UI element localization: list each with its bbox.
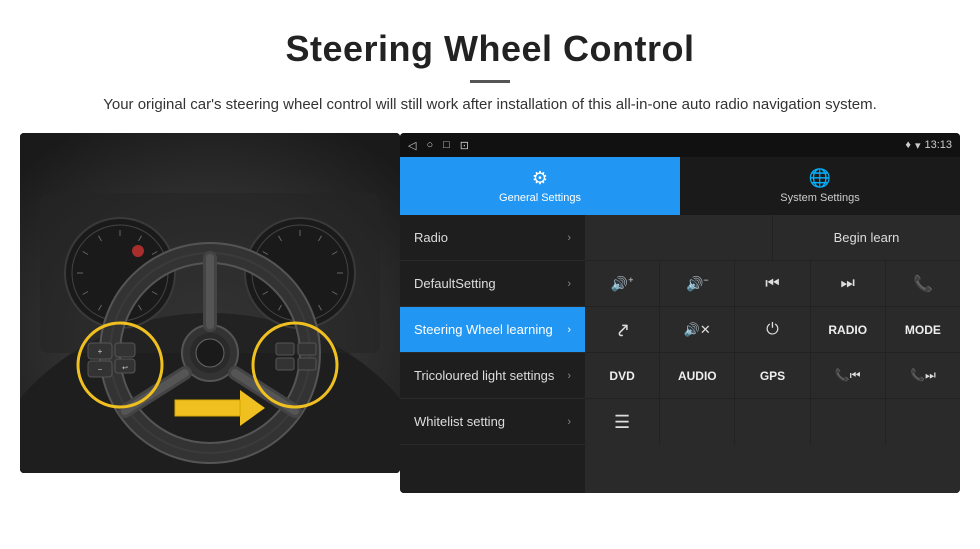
signal-icon: ▾ bbox=[915, 139, 921, 152]
svg-text:↩: ↩ bbox=[122, 365, 128, 372]
settings-area: Radio › DefaultSetting › Steering Wheel … bbox=[400, 215, 960, 493]
menu-steering-label: Steering Wheel learning bbox=[414, 322, 553, 337]
menu-default-label: DefaultSetting bbox=[414, 276, 496, 291]
dvd-label: DVD bbox=[609, 369, 634, 383]
empty-btn-3 bbox=[811, 399, 886, 445]
control-row-2: ↩ 🔊✕ ⏻ RADIO MODE bbox=[585, 307, 960, 353]
chevron-icon-tricolour: › bbox=[567, 370, 571, 382]
title-divider bbox=[470, 80, 510, 83]
control-row-4: ☰ bbox=[585, 399, 960, 445]
menu-item-steering[interactable]: Steering Wheel learning › bbox=[400, 307, 585, 353]
back-nav-icon[interactable]: ◁ bbox=[408, 139, 416, 152]
chevron-icon-whitelist: › bbox=[567, 416, 571, 428]
menu-item-default[interactable]: DefaultSetting › bbox=[400, 261, 585, 307]
tel-next-button[interactable]: 📞⏭ bbox=[886, 353, 960, 398]
car-image: + − ↩ bbox=[20, 133, 400, 473]
vol-up-button[interactable]: 🔊+ bbox=[585, 261, 660, 306]
home-nav-icon[interactable]: ○ bbox=[426, 139, 433, 151]
next-track-button[interactable]: ⏭ bbox=[811, 261, 886, 306]
next-track-icon: ⏭ bbox=[841, 275, 855, 293]
control-row-0: Begin learn bbox=[585, 215, 960, 261]
menu-item-radio[interactable]: Radio › bbox=[400, 215, 585, 261]
mode-button[interactable]: MODE bbox=[886, 307, 960, 352]
control-panel: Begin learn 🔊+ 🔊− ⏮ bbox=[585, 215, 960, 493]
main-content: + − ↩ bbox=[20, 133, 960, 493]
phone-button[interactable]: 📞 bbox=[886, 261, 960, 306]
status-bar: ◁ ○ □ ⊡ ♦ ▾ 13:13 bbox=[400, 133, 960, 157]
location-icon: ♦ bbox=[905, 139, 911, 151]
menu-item-tricolour[interactable]: Tricoloured light settings › bbox=[400, 353, 585, 399]
page-header: Steering Wheel Control Your original car… bbox=[0, 0, 980, 133]
hangup-button[interactable]: ↩ bbox=[585, 307, 660, 352]
dvd-button[interactable]: DVD bbox=[585, 353, 660, 398]
vol-down-button[interactable]: 🔊− bbox=[660, 261, 735, 306]
audio-button[interactable]: AUDIO bbox=[660, 353, 735, 398]
radio-label: RADIO bbox=[828, 323, 867, 337]
gps-button[interactable]: GPS bbox=[735, 353, 810, 398]
hangup-icon: ↩ bbox=[609, 317, 635, 343]
steering-wheel-svg: + − ↩ bbox=[20, 133, 400, 473]
prev-track-button[interactable]: ⏮ bbox=[735, 261, 810, 306]
power-button[interactable]: ⏻ bbox=[735, 307, 810, 352]
tab-system[interactable]: 🌐 System Settings bbox=[680, 157, 960, 215]
power-icon: ⏻ bbox=[766, 321, 779, 339]
tel-next-icon: 📞⏭ bbox=[910, 368, 936, 383]
chevron-icon-steering: › bbox=[567, 324, 571, 336]
device-ui: ◁ ○ □ ⊡ ♦ ▾ 13:13 ⚙ General Settings bbox=[400, 133, 960, 493]
phone-icon: 📞 bbox=[913, 274, 933, 294]
screenshot-icon[interactable]: ⊡ bbox=[460, 139, 469, 152]
list-icon-button[interactable]: ☰ bbox=[585, 399, 660, 445]
empty-btn-2 bbox=[735, 399, 810, 445]
begin-learn-button[interactable]: Begin learn bbox=[772, 215, 960, 260]
mute-icon: 🔊✕ bbox=[684, 322, 711, 338]
tel-prev-button[interactable]: 📞⏮ bbox=[811, 353, 886, 398]
tab-general[interactable]: ⚙ General Settings bbox=[400, 157, 680, 215]
settings-menu: Radio › DefaultSetting › Steering Wheel … bbox=[400, 215, 585, 493]
status-bar-right: ♦ ▾ 13:13 bbox=[905, 139, 952, 152]
clock: 13:13 bbox=[924, 139, 952, 151]
status-bar-left: ◁ ○ □ ⊡ bbox=[408, 139, 469, 152]
chevron-icon-radio: › bbox=[567, 232, 571, 244]
control-row-1: 🔊+ 🔊− ⏮ ⏭ 📞 bbox=[585, 261, 960, 307]
vol-down-icon: 🔊− bbox=[686, 275, 709, 293]
empty-cell-0 bbox=[585, 215, 772, 260]
gps-label: GPS bbox=[760, 369, 785, 383]
page-wrapper: Steering Wheel Control Your original car… bbox=[0, 0, 980, 493]
tab-general-label: General Settings bbox=[499, 192, 581, 204]
recent-nav-icon[interactable]: □ bbox=[443, 139, 450, 151]
tabs-bar: ⚙ General Settings 🌐 System Settings bbox=[400, 157, 960, 215]
menu-tricolour-label: Tricoloured light settings bbox=[414, 368, 554, 383]
page-title: Steering Wheel Control bbox=[40, 28, 940, 70]
tab-system-label: System Settings bbox=[780, 192, 859, 204]
vol-up-icon: 🔊+ bbox=[611, 275, 634, 293]
chevron-icon-default: › bbox=[567, 278, 571, 290]
menu-radio-label: Radio bbox=[414, 230, 448, 245]
mode-label: MODE bbox=[905, 323, 941, 337]
empty-btn-1 bbox=[660, 399, 735, 445]
list-icon: ☰ bbox=[614, 412, 630, 433]
radio-button[interactable]: RADIO bbox=[811, 307, 886, 352]
system-settings-icon: 🌐 bbox=[809, 168, 831, 189]
svg-text:+: + bbox=[98, 347, 103, 356]
control-row-3: DVD AUDIO GPS 📞⏮ 📞⏭ bbox=[585, 353, 960, 399]
svg-text:−: − bbox=[98, 365, 103, 374]
page-subtitle: Your original car's steering wheel contr… bbox=[100, 93, 880, 117]
audio-label: AUDIO bbox=[678, 369, 717, 383]
tel-prev-icon: 📞⏮ bbox=[835, 368, 861, 383]
general-settings-icon: ⚙ bbox=[532, 168, 548, 189]
prev-track-icon: ⏮ bbox=[765, 275, 779, 293]
mute-button[interactable]: 🔊✕ bbox=[660, 307, 735, 352]
empty-btn-4 bbox=[886, 399, 960, 445]
menu-whitelist-label: Whitelist setting bbox=[414, 414, 505, 429]
menu-item-whitelist[interactable]: Whitelist setting › bbox=[400, 399, 585, 445]
